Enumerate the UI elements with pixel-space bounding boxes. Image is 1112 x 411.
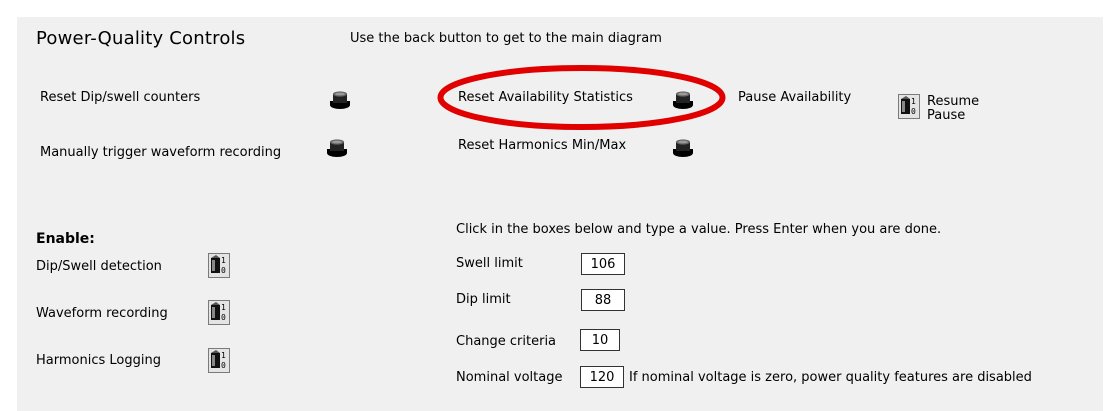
reset-availability-label: Reset Availability Statistics [458, 90, 633, 105]
pause-availability-toggle[interactable]: 1 0 [898, 94, 920, 119]
enable-dip-swell-label: Dip/Swell detection [36, 259, 162, 274]
reset-availability-button[interactable] [672, 90, 694, 110]
toggle-switch-icon [211, 350, 220, 368]
reset-dip-swell-button[interactable] [329, 90, 351, 110]
toggle-off-mark: 0 [911, 107, 916, 116]
toggle-off-mark: 0 [221, 313, 226, 322]
toggle-switch-icon [211, 255, 220, 273]
dip-limit-label: Dip limit [456, 292, 511, 307]
push-button-icon [330, 91, 350, 109]
toggle-switch-icon [211, 302, 220, 320]
controls-panel [17, 17, 1103, 411]
push-button-icon [673, 91, 693, 109]
push-button-icon [327, 139, 347, 157]
dip-limit-input[interactable] [581, 289, 625, 311]
enable-heading: Enable: [36, 231, 95, 247]
push-button-icon [673, 139, 693, 157]
manual-trigger-button[interactable] [326, 138, 348, 158]
waveform-recording-toggle[interactable]: 1 0 [208, 300, 230, 325]
reset-harmonics-label: Reset Harmonics Min/Max [458, 138, 627, 153]
availability-pause-label: Pause [927, 108, 966, 123]
swell-limit-label: Swell limit [456, 256, 523, 271]
availability-resume-label: Resume [927, 94, 980, 109]
toggle-on-mark: 1 [911, 97, 916, 106]
swell-limit-input[interactable] [581, 253, 625, 275]
page-title: Power-Quality Controls [36, 28, 246, 49]
toggle-on-mark: 1 [221, 351, 226, 360]
toggle-off-mark: 0 [221, 361, 226, 370]
nominal-voltage-note: If nominal voltage is zero, power qualit… [629, 370, 1032, 385]
enable-waveform-label: Waveform recording [36, 306, 168, 321]
pause-availability-label: Pause Availability [738, 90, 852, 105]
toggle-off-mark: 0 [221, 266, 226, 275]
reset-harmonics-button[interactable] [672, 138, 694, 158]
toggle-switch-icon [901, 96, 910, 114]
back-hint-text: Use the back button to get to the main d… [350, 31, 662, 46]
manual-trigger-label: Manually trigger waveform recording [40, 145, 282, 160]
enable-harmonics-label: Harmonics Logging [36, 353, 161, 368]
reset-dip-swell-label: Reset Dip/swell counters [40, 90, 201, 105]
change-criteria-input[interactable] [580, 329, 620, 351]
toggle-on-mark: 1 [221, 256, 226, 265]
dip-swell-detection-toggle[interactable]: 1 0 [208, 253, 230, 278]
nominal-voltage-input[interactable] [580, 366, 624, 388]
settings-instruction: Click in the boxes below and type a valu… [456, 222, 942, 237]
change-criteria-label: Change criteria [456, 334, 557, 349]
toggle-on-mark: 1 [221, 303, 226, 312]
harmonics-logging-toggle[interactable]: 1 0 [208, 348, 230, 373]
nominal-voltage-label: Nominal voltage [456, 370, 563, 385]
